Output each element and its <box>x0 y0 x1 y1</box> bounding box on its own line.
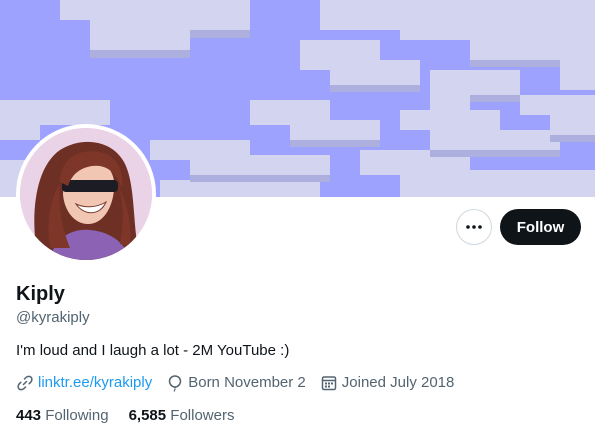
birthday-text: Born November 2 <box>188 374 306 391</box>
following-link[interactable]: 443 Following <box>16 406 109 426</box>
profile-stats: 443 Following 6,585 Followers <box>16 406 254 426</box>
profile-birthday: Born November 2 <box>166 373 306 393</box>
follow-button[interactable]: Follow <box>500 209 581 245</box>
avatar[interactable] <box>16 124 156 264</box>
profile-joined: Joined July 2018 <box>320 373 455 393</box>
more-options-button[interactable] <box>456 209 492 245</box>
follow-button-label: Follow <box>516 218 565 236</box>
joined-text: Joined July 2018 <box>341 374 455 391</box>
followers-count: 6,585 <box>128 407 167 424</box>
profile-handle: @kyrakiply <box>16 309 90 326</box>
profile-website[interactable]: linktr.ee/kyrakiply <box>16 373 152 393</box>
link-icon <box>17 375 33 391</box>
website-link[interactable]: linktr.ee/kyrakiply <box>38 373 152 393</box>
following-label: Following <box>45 407 109 424</box>
ellipsis-icon <box>466 225 482 229</box>
profile-name: Kiply <box>16 283 65 305</box>
following-count: 443 <box>16 407 42 424</box>
calendar-icon <box>321 376 337 391</box>
followers-label: Followers <box>170 407 235 424</box>
profile-meta: linktr.ee/kyrakiply Born November 2 Join… <box>16 373 468 393</box>
profile-bio: I'm loud and I laugh a lot - 2M YouTube … <box>16 342 290 359</box>
followers-link[interactable]: 6,585 Followers <box>129 406 235 426</box>
avatar-image <box>20 128 152 260</box>
balloon-icon <box>168 375 182 392</box>
